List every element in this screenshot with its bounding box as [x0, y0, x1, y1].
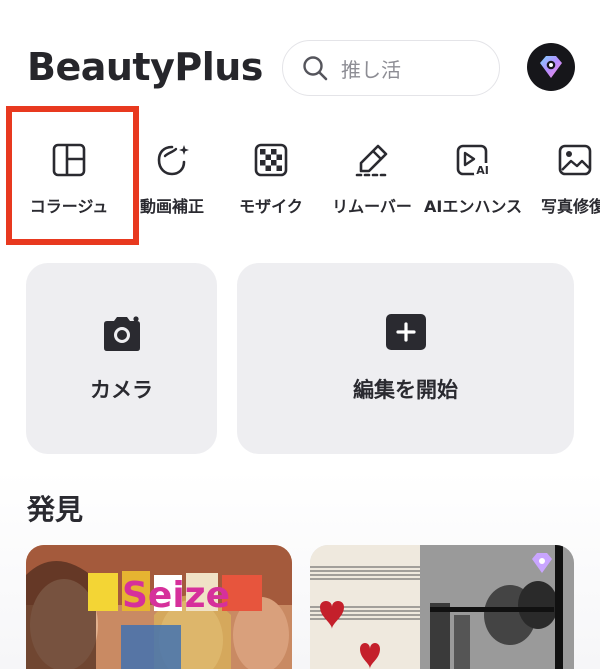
tool-label: モザイク	[239, 197, 303, 216]
tool-photo-restore[interactable]: 写真修復	[525, 128, 600, 218]
discover-thumbnail-collage[interactable]: Seize	[26, 545, 292, 669]
profile-avatar[interactable]	[527, 43, 575, 91]
remover-icon	[355, 144, 389, 177]
start-edit-card[interactable]: 編集を開始	[237, 263, 574, 454]
ai-enhance-icon: AI	[456, 144, 491, 177]
tool-label: 写真修復	[541, 197, 600, 216]
svg-text:AI: AI	[476, 164, 489, 177]
monochrome-thumbnail-image	[310, 545, 574, 669]
camera-card[interactable]: カメラ	[26, 263, 217, 454]
tool-ai-enhance[interactable]: AI AIエンハンス	[423, 128, 523, 218]
mosaic-icon	[254, 143, 288, 177]
tool-mosaic[interactable]: モザイク	[221, 128, 321, 218]
collage-thumbnail-image: Seize	[26, 545, 292, 669]
camera-icon	[103, 315, 140, 351]
discover-title: 発見	[27, 493, 84, 526]
photo-restore-icon	[558, 144, 592, 176]
collage-highlight-frame	[6, 106, 139, 245]
app-title: BeautyPlus	[27, 45, 263, 89]
tool-remover[interactable]: リムーバー	[322, 128, 422, 218]
camera-label: カメラ	[90, 377, 153, 402]
discover-thumbnail-monochrome[interactable]	[310, 545, 574, 669]
search-placeholder: 推し活	[341, 57, 401, 82]
search-input[interactable]: 推し活	[282, 40, 500, 96]
beautyplus-gem-icon	[540, 56, 562, 78]
video-retouch-icon	[157, 145, 189, 176]
tool-label: リムーバー	[332, 197, 412, 216]
tool-label: AIエンハンス	[423, 197, 523, 216]
start-edit-label: 編集を開始	[353, 377, 458, 402]
collage-word: Seize	[122, 575, 230, 616]
search-icon	[303, 56, 328, 81]
plus-icon	[385, 313, 426, 350]
